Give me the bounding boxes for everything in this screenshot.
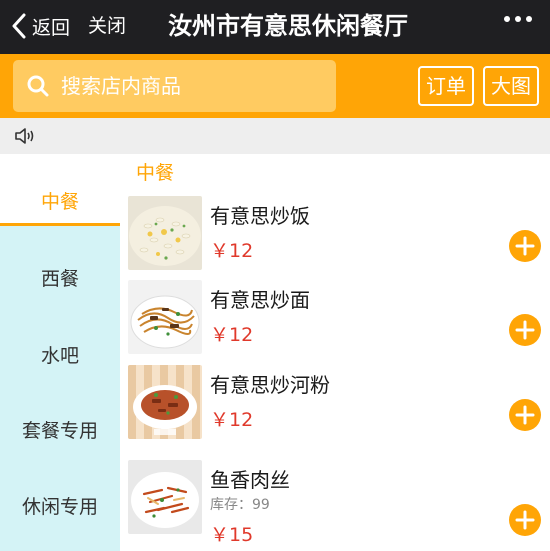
add-to-cart-button[interactable] — [509, 399, 541, 431]
plus-icon — [515, 320, 535, 340]
product-name: 有意思炒面 — [210, 288, 310, 312]
speaker-icon — [15, 128, 34, 144]
sidebar-item-set-meal[interactable]: 套餐专用 — [0, 416, 120, 446]
add-to-cart-button[interactable] — [509, 230, 541, 262]
back-button[interactable]: 返回 — [10, 11, 70, 41]
add-to-cart-button[interactable] — [509, 314, 541, 346]
product-image-fried-rice — [128, 196, 202, 270]
sidebar-item-chinese[interactable]: 中餐 — [0, 154, 120, 226]
product-price: ￥12 — [210, 240, 254, 262]
sidebar-item-leisure[interactable]: 休闲专用 — [0, 492, 120, 522]
search-bar: 搜索店内商品 订单 大图 — [0, 54, 550, 118]
product-image-fried-he-fen — [128, 365, 202, 439]
sidebar-item-label: 西餐 — [40, 268, 79, 290]
section-title: 中餐 — [136, 162, 175, 184]
product-item[interactable]: 有意思炒河粉 ￥12 — [120, 365, 550, 449]
sidebar-item-western[interactable]: 西餐 — [0, 264, 120, 294]
product-name: 有意思炒河粉 — [210, 373, 330, 397]
more-dots-icon[interactable] — [504, 16, 532, 22]
sidebar-item-label: 休闲专用 — [21, 496, 98, 518]
plus-icon — [515, 236, 535, 256]
plus-icon — [515, 405, 535, 425]
search-placeholder: 搜索店内商品 — [61, 74, 181, 98]
plus-icon — [515, 510, 535, 530]
product-name: 鱼香肉丝 — [210, 468, 290, 492]
big-picture-button[interactable]: 大图 — [483, 66, 539, 106]
search-input[interactable]: 搜索店内商品 — [13, 60, 336, 112]
order-button[interactable]: 订单 — [418, 66, 474, 106]
sidebar-item-label: 中餐 — [40, 191, 79, 213]
category-sidebar: 中餐 西餐 水吧 套餐专用 休闲专用 — [0, 154, 120, 551]
product-item[interactable]: 有意思炒面 ￥12 — [120, 280, 550, 364]
back-label: 返回 — [32, 16, 71, 39]
product-name: 有意思炒饭 — [210, 204, 310, 228]
product-stock: 库存：99 — [210, 497, 270, 513]
sidebar-item-water-bar[interactable]: 水吧 — [0, 341, 120, 371]
product-price: ￥15 — [210, 524, 254, 546]
close-button[interactable]: 关闭 — [88, 11, 126, 41]
back-chevron-icon — [12, 13, 26, 39]
sidebar-item-label: 套餐专用 — [21, 420, 98, 442]
search-icon — [27, 75, 49, 97]
product-item[interactable]: 鱼香肉丝 库存：99 ￥15 — [120, 460, 550, 546]
sidebar-item-label: 水吧 — [40, 345, 79, 367]
add-to-cart-button[interactable] — [509, 504, 541, 536]
product-image-fried-noodles — [128, 280, 202, 354]
product-list: 中餐 有意思炒饭 ￥12 有意思炒面 ￥12 有意思炒河粉 ￥12 鱼香肉丝 库… — [120, 154, 550, 551]
product-price: ￥12 — [210, 409, 254, 431]
title-bar: 返回 关闭 汝州市有意思休闲餐厅 — [0, 0, 550, 54]
page-title: 汝州市有意思休闲餐厅 — [168, 12, 408, 40]
announcement-bar[interactable] — [0, 118, 550, 154]
product-item[interactable]: 有意思炒饭 ￥12 — [120, 196, 550, 280]
product-price: ￥12 — [210, 324, 254, 346]
product-image-yuxiang-rousi — [128, 460, 202, 534]
